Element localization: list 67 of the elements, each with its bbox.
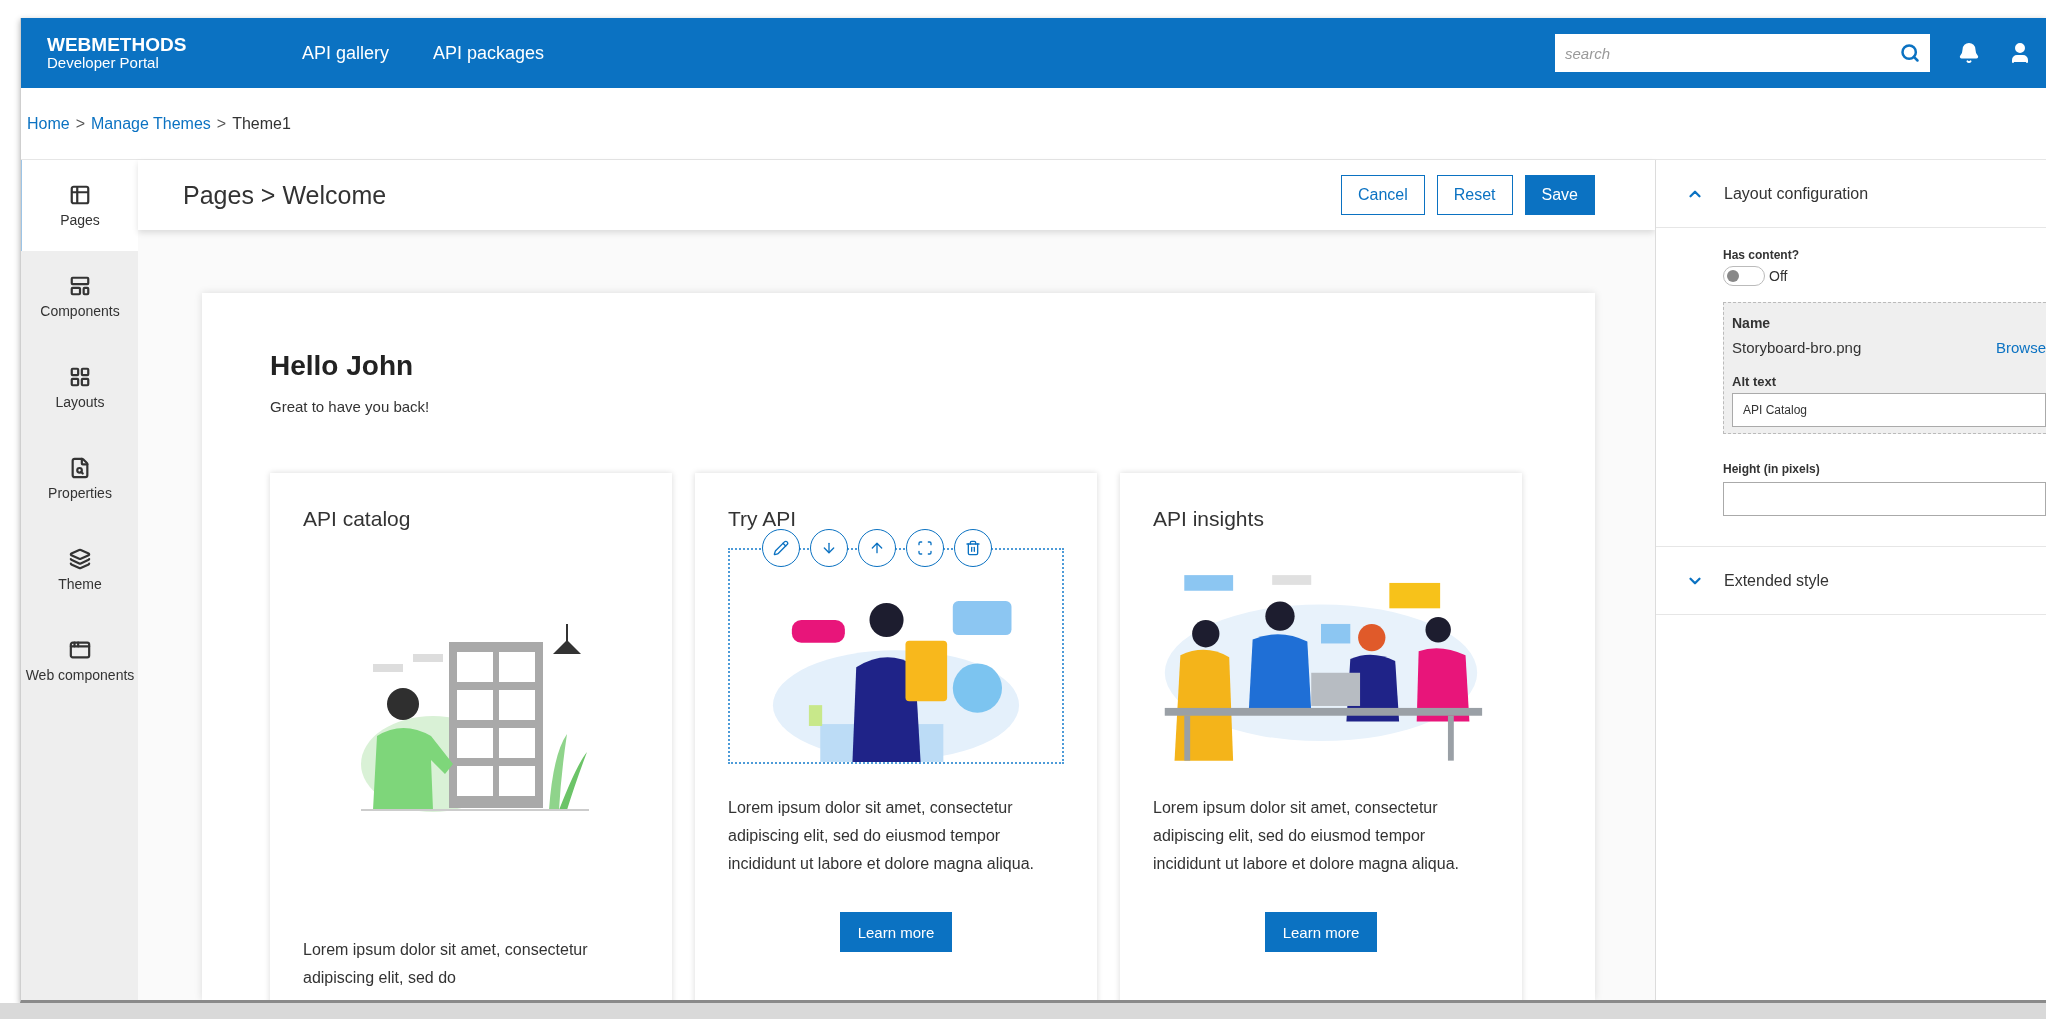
- layers-icon: [69, 547, 91, 570]
- logo-subtitle: Developer Portal: [47, 55, 160, 71]
- welcome-subheading: Great to have you back!: [270, 398, 431, 415]
- card-description: Lorem ipsum dolor sit amet, consectetur adipiscing elit, sed do: [303, 940, 589, 988]
- card-title: API catalog: [303, 507, 412, 531]
- page-title: Pages > Welcome: [183, 180, 388, 210]
- layout-template-icon: [69, 274, 91, 297]
- browse-link[interactable]: Browse: [1995, 339, 2046, 356]
- edit-button[interactable]: [762, 529, 800, 567]
- sidebar-item[interactable]: Pages: [21, 160, 138, 251]
- pencil-icon: [773, 540, 789, 556]
- save-button[interactable]: Save: [1524, 175, 1595, 215]
- alt-text-input[interactable]: API Catalog: [1732, 393, 2046, 427]
- field-label: Name: [1732, 315, 1772, 331]
- nav-link[interactable]: API gallery: [302, 42, 390, 64]
- section-title: Layout configuration: [1724, 184, 1869, 203]
- learn-more-button[interactable]: Learn more: [1264, 912, 1378, 952]
- breadcrumb-separator: >: [75, 114, 86, 133]
- delete-button[interactable]: [954, 529, 992, 567]
- resize-button[interactable]: [906, 529, 944, 567]
- sidebar-item-label: Components: [40, 302, 120, 319]
- sidebar-item-label: Web components: [25, 666, 135, 683]
- expand-icon: [917, 540, 933, 556]
- action-button[interactable]: Cancel: [1340, 175, 1425, 215]
- height-input[interactable]: [1723, 482, 2046, 516]
- sidebar-item-label: Theme: [58, 575, 102, 592]
- nav-link[interactable]: API packages: [433, 42, 545, 64]
- search-icon[interactable]: [1900, 43, 1920, 63]
- sidebar-item-label: Layouts: [55, 393, 105, 410]
- card-title: API insights: [1153, 507, 1265, 531]
- logo-title: WEBMETHODS: [47, 35, 188, 55]
- action-button[interactable]: Reset: [1436, 175, 1513, 215]
- move-up-button[interactable]: [858, 529, 896, 567]
- sidebar-item[interactable]: Properties: [21, 433, 138, 524]
- notification-bell-icon[interactable]: [1958, 42, 1980, 64]
- move-down-button[interactable]: [810, 529, 848, 567]
- sidebar-item[interactable]: Theme: [21, 524, 138, 615]
- card-title: Try API: [728, 507, 798, 531]
- search-field[interactable]: search: [1555, 34, 1930, 72]
- table-icon: [69, 183, 91, 206]
- sidebar-item[interactable]: Components: [21, 251, 138, 342]
- sidebar-item[interactable]: Layouts: [21, 342, 138, 433]
- file-search-icon: [69, 456, 91, 479]
- section-title: Extended style: [1724, 571, 1829, 590]
- field-label: Alt text: [1732, 374, 1778, 389]
- has-content-toggle[interactable]: [1723, 266, 1765, 286]
- sidebar-item-label: Properties: [48, 484, 112, 501]
- breadcrumb-separator: >: [216, 114, 227, 133]
- breadcrumb-link[interactable]: Manage Themes: [91, 114, 211, 133]
- card-description: Lorem ipsum dolor sit amet, consectetur adipiscing elit, sed do eiusmod tempor incididunt ut labore et dolore magna aliqua.: [1153, 798, 1460, 874]
- toggle-state-text: Off: [1769, 268, 1788, 284]
- field-label: Height (in pixels): [1723, 462, 1821, 476]
- card-description: Lorem ipsum dolor sit amet, consectetur adipiscing elit, sed do eiusmod tempor incididunt ut labore et dolore magna aliqua.: [728, 798, 1035, 874]
- accordion-header[interactable]: Extended style: [1656, 547, 2046, 615]
- grid-icon: [69, 365, 91, 388]
- arrow-down-icon: [821, 540, 837, 556]
- breadcrumb-link[interactable]: Home: [27, 114, 70, 133]
- sidebar-item[interactable]: Web components: [21, 615, 138, 706]
- image-block[interactable]: [728, 548, 1064, 764]
- file-name: Storyboard-bro.png: [1732, 339, 1862, 356]
- breadcrumb-current: Theme1: [232, 114, 291, 133]
- trash-icon: [965, 540, 981, 556]
- welcome-heading: Hello John: [270, 350, 415, 382]
- field-label: Has content?: [1723, 248, 1800, 262]
- sidebar-item-label: Pages: [60, 211, 100, 228]
- learn-more-button[interactable]: Learn more: [839, 912, 953, 952]
- accordion-header[interactable]: Layout configuration: [1656, 160, 2046, 228]
